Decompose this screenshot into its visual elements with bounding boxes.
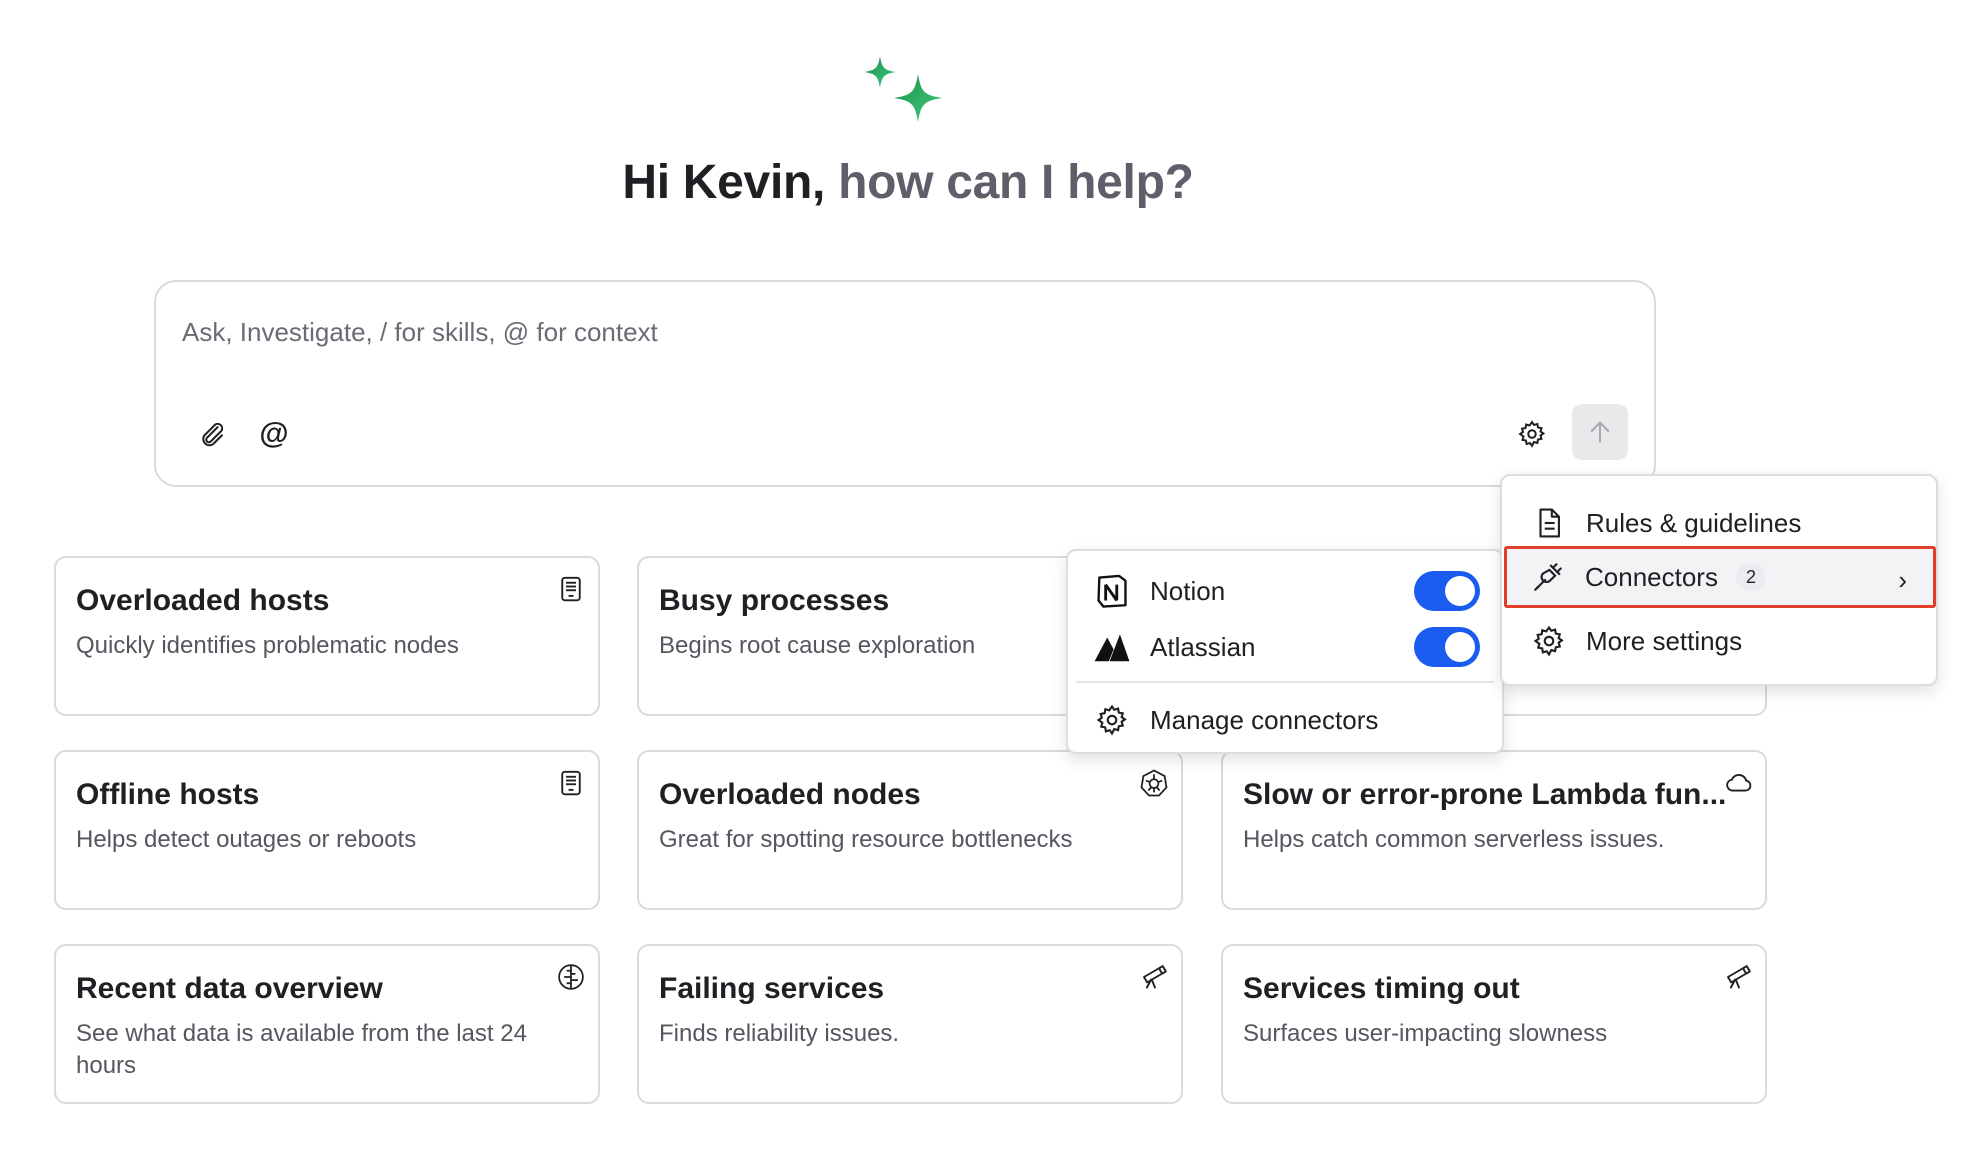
menu-item-label: Connectors — [1585, 561, 1718, 592]
send-button[interactable] — [1572, 404, 1628, 460]
prompt-input[interactable] — [182, 312, 1582, 352]
greeting-question: how can I help? — [838, 156, 1194, 209]
card-description: See what data is available from the last… — [76, 1020, 527, 1079]
suggestion-card-failing-services[interactable]: Failing services Finds reliability issue… — [637, 944, 1183, 1104]
menu-item-more-settings[interactable]: More settings — [1510, 610, 1930, 672]
card-title: Overloaded hosts — [76, 584, 330, 617]
card-description: Helps detect outages or reboots — [76, 826, 417, 853]
cloud-icon — [1723, 768, 1753, 798]
suggestion-card-services-timing-out[interactable]: Services timing out Surfaces user-impact… — [1221, 944, 1767, 1104]
telescope-icon — [1723, 962, 1753, 992]
document-icon — [1539, 508, 1560, 538]
brain-icon — [556, 962, 586, 992]
card-description: Quickly identifies problematic nodes — [76, 632, 459, 659]
server-icon — [556, 768, 586, 798]
connector-label: Notion — [1150, 575, 1226, 606]
suggestion-card-overloaded-hosts[interactable]: Overloaded hosts Quickly identifies prob… — [54, 556, 600, 716]
kubernetes-icon — [1139, 768, 1169, 798]
connectors-count-badge: 2 — [1735, 563, 1766, 591]
card-title: Recent data overview — [76, 972, 383, 1005]
card-description: Finds reliability issues. — [659, 1020, 900, 1047]
arrow-up-icon — [1590, 421, 1610, 443]
menu-item-label: More settings — [1586, 625, 1743, 656]
connector-label: Atlassian — [1150, 631, 1256, 662]
settings-menu: Rules & guidelines Connectors 2 › More s… — [1500, 474, 1938, 686]
mention-button[interactable]: @ — [252, 412, 296, 456]
menu-item-rules[interactable]: Rules & guidelines — [1510, 492, 1930, 554]
manage-connectors-item[interactable]: Manage connectors — [1092, 696, 1378, 744]
notion-toggle[interactable] — [1414, 571, 1480, 611]
chevron-right-icon: › — [1898, 565, 1907, 595]
suggestion-card-offline-hosts[interactable]: Offline hosts Helps detect outages or re… — [54, 750, 600, 910]
greeting-heading: Hi Kevin, how can I help? — [0, 155, 1816, 210]
suggestion-card-overloaded-nodes[interactable]: Overloaded nodes Great for spotting reso… — [637, 750, 1183, 910]
menu-item-label: Rules & guidelines — [1586, 507, 1802, 538]
card-title: Slow or error-prone Lambda fun... — [1243, 778, 1727, 811]
atlassian-toggle[interactable] — [1414, 627, 1480, 667]
gear-icon — [1533, 625, 1564, 657]
suggestion-card-lambda[interactable]: Slow or error-prone Lambda fun... Helps … — [1221, 750, 1767, 910]
prompt-box: @ — [154, 280, 1656, 487]
card-description: Great for spotting resource bottlenecks — [659, 826, 1073, 853]
sparkles-icon — [864, 56, 942, 122]
connector-atlassian: Atlassian — [1092, 623, 1256, 671]
server-icon — [556, 574, 586, 604]
card-title: Overloaded nodes — [659, 778, 921, 811]
notion-icon — [1092, 571, 1132, 611]
settings-button[interactable] — [1510, 412, 1554, 456]
card-description: Surfaces user-impacting slowness — [1243, 1020, 1608, 1047]
card-description: Helps catch common serverless issues. — [1243, 826, 1665, 853]
connector-notion: Notion — [1092, 567, 1225, 615]
manage-connectors-label: Manage connectors — [1150, 704, 1379, 735]
card-title: Services timing out — [1243, 972, 1520, 1005]
paperclip-icon — [202, 422, 224, 447]
gear-icon — [1518, 420, 1546, 448]
plug-icon — [1534, 563, 1562, 591]
divider — [1076, 681, 1494, 683]
gear-icon — [1092, 700, 1132, 740]
menu-item-connectors[interactable]: Connectors 2 › — [1504, 546, 1936, 608]
suggestion-card-recent-data[interactable]: Recent data overview See what data is av… — [54, 944, 600, 1104]
card-title: Failing services — [659, 972, 885, 1005]
atlassian-icon — [1092, 627, 1132, 667]
card-title: Offline hosts — [76, 778, 260, 811]
telescope-icon — [1139, 962, 1169, 992]
card-title: Busy processes — [659, 584, 890, 617]
greeting-name: Hi Kevin, — [622, 156, 826, 209]
attach-button[interactable] — [190, 412, 234, 456]
connectors-submenu: Notion Atlassian Manage connectors — [1066, 549, 1504, 754]
